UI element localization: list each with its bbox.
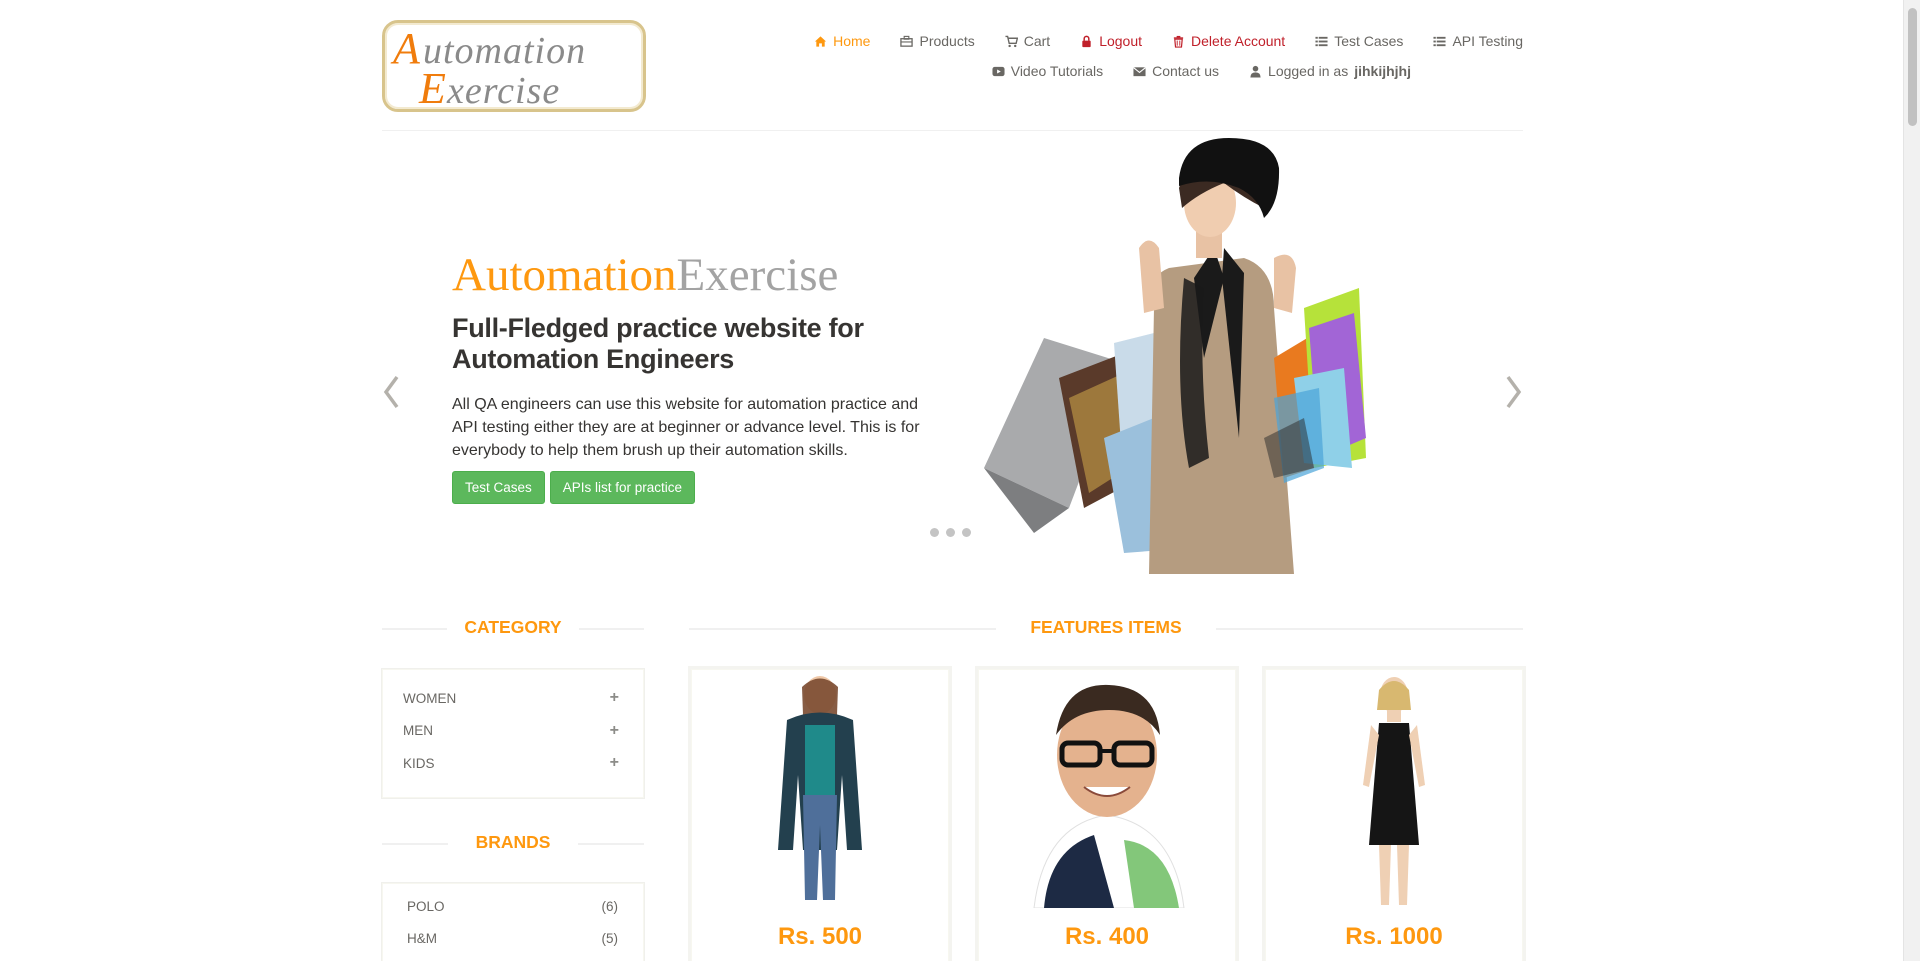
nav-test-cases[interactable]: Test Cases (1315, 33, 1403, 49)
products-icon (900, 35, 914, 47)
slider-next-icon[interactable] (1503, 372, 1523, 412)
svg-text:xercise: xercise (446, 70, 560, 109)
slider-dot[interactable] (962, 528, 971, 537)
svg-text:A: A (390, 24, 421, 73)
category-title: CATEGORY (382, 617, 644, 638)
logged-in-prefix: Logged in as (1268, 63, 1349, 79)
hero-slider: AutomationExercise Full-Fledged practice… (382, 132, 1523, 574)
logo-graphic: A utomation E xercise (390, 24, 586, 109)
brand-item-hm[interactable]: H&M (5) (383, 922, 643, 954)
nav-test-cases-label: Test Cases (1334, 33, 1404, 49)
slider-dot[interactable] (930, 528, 939, 537)
envelope-icon (1133, 66, 1146, 76)
category-label: WOMEN (403, 690, 457, 706)
slider-heading: Full-Fledged practice website for Automa… (452, 313, 864, 374)
svg-text:utomation: utomation (423, 30, 586, 72)
nav-home-label: Home (833, 33, 871, 49)
apis-list-button[interactable]: APIs list for practice (549, 471, 696, 504)
product-price: Rs. 1000 (1345, 923, 1443, 950)
nav-home[interactable]: Home (814, 33, 870, 49)
category-panel: WOMEN + MEN + KIDS + (382, 669, 644, 798)
nav-video-tutorials[interactable]: Video Tutorials (992, 63, 1103, 79)
home-icon (815, 35, 827, 47)
nav-video-tutorials-label: Video Tutorials (1010, 63, 1104, 79)
slider-brand-gray: Exercise (676, 249, 839, 301)
plus-icon[interactable]: + (610, 754, 619, 772)
nav-contact-us[interactable]: Contact us (1133, 63, 1219, 79)
nav-cart[interactable]: Cart (1005, 33, 1050, 49)
product-card: Rs. 1000 (1265, 669, 1523, 961)
product-price: Rs. 500 (777, 923, 863, 950)
nav-logged-in-user: Logged in as jihkijhjhj (1249, 63, 1411, 79)
youtube-icon (992, 66, 1005, 76)
category-label: MEN (403, 723, 433, 739)
product-image (1271, 675, 1517, 908)
product-image (984, 675, 1230, 908)
logged-in-username: jihkijhjhj (1354, 63, 1411, 79)
scrollbar-thumb[interactable] (1908, 8, 1917, 126)
nav-row-secondary: Video Tutorials Contact us Logged in as … (723, 56, 1411, 86)
hero-shopping-girl-image (984, 138, 1366, 574)
brand-item-polo[interactable]: POLO (6) (383, 890, 643, 922)
slider-prev-icon[interactable] (382, 372, 402, 412)
category-label: KIDS (403, 755, 435, 771)
slider-dot[interactable] (946, 528, 955, 537)
slider-indicators (930, 528, 971, 537)
trash-icon (1173, 35, 1184, 48)
header-divider (382, 130, 1523, 131)
lock-icon (1082, 35, 1091, 47)
brands-title: BRANDS (382, 832, 644, 853)
main-nav: Home Products Cart Logout Delete Account… (723, 26, 1523, 86)
product-card: Rs. 500 (691, 669, 949, 961)
slider-text-block: AutomationExercise Full-Fledged practice… (452, 247, 952, 504)
test-cases-button[interactable]: Test Cases (452, 471, 545, 504)
list-icon (1433, 36, 1446, 46)
nav-api-testing[interactable]: API Testing (1433, 33, 1523, 49)
plus-icon[interactable]: + (610, 722, 619, 740)
product-image (697, 675, 943, 908)
category-item-kids[interactable]: KIDS + (383, 747, 643, 780)
slider-paragraph: All QA engineers can use this website fo… (452, 396, 920, 459)
nav-contact-us-label: Contact us (1152, 63, 1220, 79)
svg-text:E: E (418, 64, 446, 109)
product-card: Rs. 400 (978, 669, 1236, 961)
brand-count: (6) (601, 898, 619, 914)
page-scrollbar[interactable] (1903, 0, 1920, 961)
nav-api-testing-label: API Testing (1452, 33, 1523, 49)
nav-cart-label: Cart (1023, 33, 1051, 49)
brand-label: POLO (407, 898, 445, 914)
category-item-women[interactable]: WOMEN + (383, 682, 643, 715)
site-logo[interactable]: A utomation E xercise (382, 20, 646, 112)
nav-logout-label: Logout (1099, 33, 1143, 49)
plus-icon[interactable]: + (610, 689, 619, 707)
product-price: Rs. 400 (1064, 923, 1150, 950)
brands-panel: POLO (6) H&M (5) (382, 883, 644, 961)
slider-brand-title: AutomationExercise (452, 247, 952, 303)
nav-delete-account-label: Delete Account (1191, 33, 1286, 49)
page-container: A utomation E xercise Home Products Cart… (382, 0, 1523, 961)
cart-icon (1005, 35, 1018, 47)
slider-brand-orange: Automation (452, 249, 677, 301)
user-icon (1250, 65, 1261, 78)
nav-products[interactable]: Products (900, 33, 975, 49)
brand-label: H&M (407, 930, 437, 946)
category-item-men[interactable]: MEN + (383, 715, 643, 748)
slider-buttons: Test Cases APIs list for practice (452, 471, 952, 504)
nav-delete-account[interactable]: Delete Account (1172, 33, 1285, 49)
features-title: FEATURES ITEMS (689, 617, 1523, 638)
brand-count: (5) (601, 930, 619, 946)
nav-products-label: Products (919, 33, 975, 49)
list-icon (1315, 36, 1328, 46)
nav-row-primary: Home Products Cart Logout Delete Account… (723, 26, 1523, 56)
nav-logout[interactable]: Logout (1080, 33, 1142, 49)
